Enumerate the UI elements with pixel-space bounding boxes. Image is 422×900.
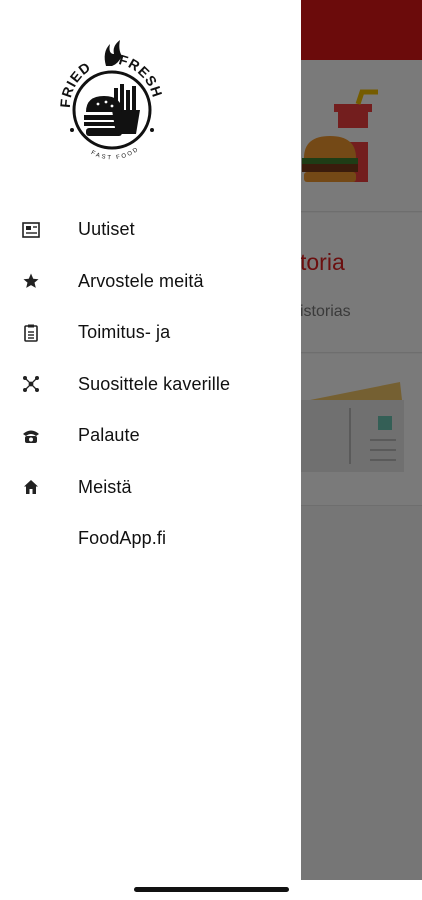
share-icon <box>21 374 41 394</box>
menu-item-delivery-terms[interactable]: Toimitus- ja <box>0 307 301 359</box>
menu-label-rate-us: Arvostele meitä <box>78 270 204 291</box>
home-indicator[interactable] <box>134 887 289 892</box>
menu-label-foodapp: FoodApp.fi <box>78 528 167 549</box>
newspaper-icon <box>21 220 41 240</box>
menu-item-rate-us[interactable]: Arvostele meitä <box>0 256 301 308</box>
menu-item-recommend-friend[interactable]: Suosittele kaverille <box>0 359 301 411</box>
menu-item-news[interactable]: Uutiset <box>0 204 301 256</box>
menu-label-about-us: Meistä <box>78 476 132 497</box>
menu-item-foodapp-link[interactable]: FoodApp.fi <box>0 513 301 565</box>
menu-item-feedback[interactable]: Palaute <box>0 410 301 462</box>
menu-label-delivery-terms: Toimitus- ja <box>78 322 171 343</box>
phone-icon <box>21 426 41 446</box>
navigation-drawer: FRIED FRESH FAST FOOD Uutiset Arvostele … <box>0 0 301 900</box>
fried-fresh-logo: FRIED FRESH FAST FOOD <box>57 40 165 161</box>
home-icon <box>21 477 41 497</box>
clipboard-icon <box>21 323 41 343</box>
star-icon <box>21 271 41 291</box>
drawer-menu: Uutiset Arvostele meitä Toimitus- ja Suo… <box>0 204 301 565</box>
menu-label-news: Uutiset <box>78 219 135 240</box>
menu-label-feedback: Palaute <box>78 425 140 446</box>
menu-label-recommend-friend: Suosittele kaverille <box>78 373 231 394</box>
menu-item-about-us[interactable]: Meistä <box>0 462 301 514</box>
